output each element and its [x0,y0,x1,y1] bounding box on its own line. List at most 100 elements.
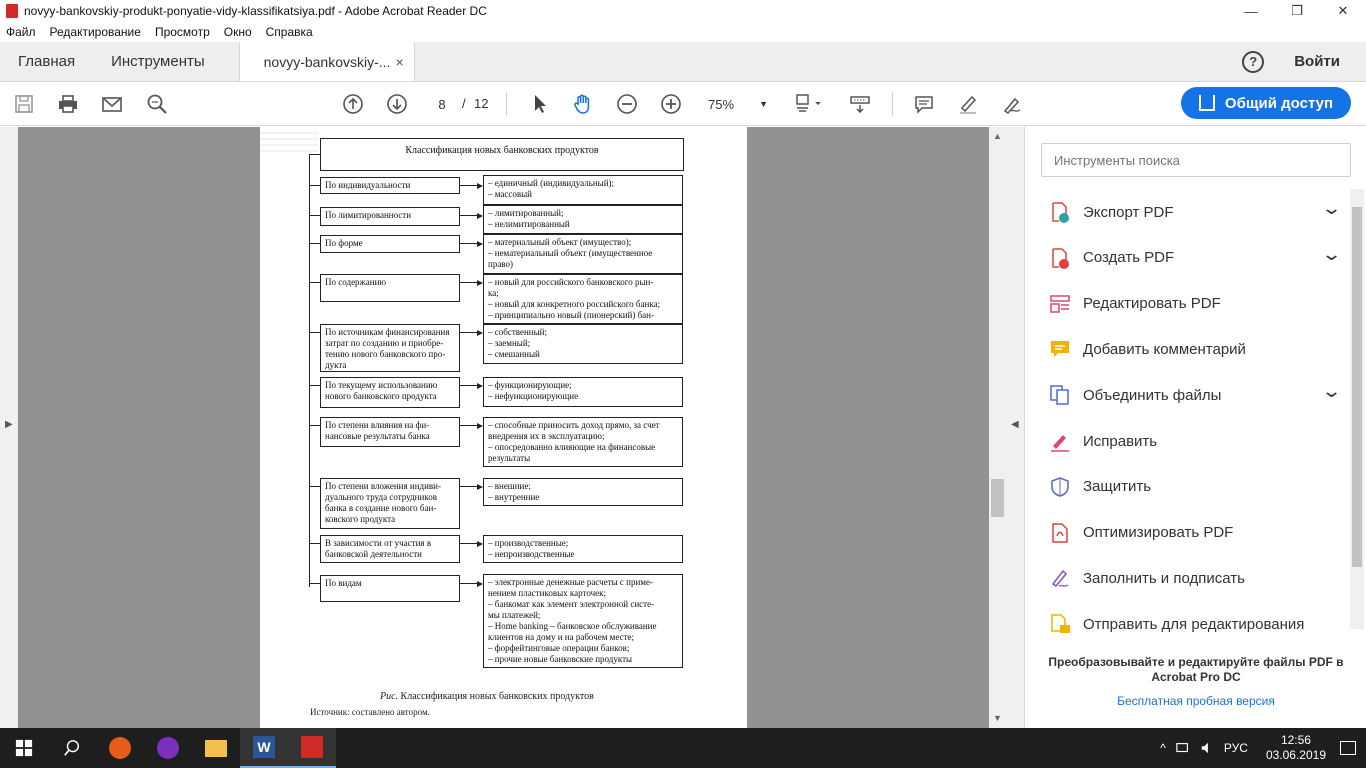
subtype-line: – массовый [488,189,532,199]
start-button[interactable] [0,728,48,768]
menu-window[interactable]: Окно [224,25,252,39]
tools-panel-scrollbar[interactable] [1350,189,1364,629]
sign-in-button[interactable]: Войти [1294,53,1340,70]
tool-item[interactable]: Исправить [1049,426,1339,456]
close-button[interactable]: ✕ [1320,0,1366,22]
taskbar-app-media[interactable] [144,728,192,768]
tab-close-icon[interactable]: × [395,54,403,70]
arrow-line [460,215,478,216]
chevron-up-icon[interactable]: ^ [1160,741,1166,755]
connector-branch [309,185,320,186]
zoom-select[interactable]: 75% ▼ [708,94,768,114]
arrow-head [477,329,483,336]
connector-branch [309,543,320,544]
zoom-in-icon[interactable] [659,92,683,116]
print-icon[interactable] [56,92,80,116]
document-viewport[interactable]: ▶ Классификация новых банковских продукт… [0,127,1024,728]
right-panel-toggle[interactable]: ◀ [1006,127,1024,728]
tab-home[interactable]: Главная [0,42,93,81]
arrow-line [460,243,478,244]
highlight-tool-icon[interactable] [956,92,980,116]
tool-item[interactable]: Оптимизировать PDF [1049,518,1339,548]
subtype-line: – банкомат как элемент электронной систе… [488,599,655,609]
select-tool-icon[interactable] [528,92,552,116]
tools-scrollbar-thumb[interactable] [1352,207,1362,567]
tab-document[interactable]: novyy-bankovskiy-... × [238,42,415,81]
chevron-down-icon: ▼ [759,99,768,109]
subtype-line: – внешние; [488,481,531,491]
email-icon[interactable] [100,92,124,116]
connector-branch [309,425,320,426]
scrollbar-thumb[interactable] [991,479,1004,517]
comment-tool-icon[interactable] [912,92,936,116]
category-box: По степени влияния на фи-нансовые резуль… [320,417,460,447]
menu-file[interactable]: Файл [6,25,36,39]
scroll-up-icon[interactable]: ▲ [993,131,1002,141]
menu-view[interactable]: Просмотр [155,25,210,39]
tool-item[interactable]: Редактировать PDF [1049,289,1339,319]
chevron-down-icon[interactable]: ⌄ [1321,382,1342,400]
taskbar-app-word[interactable]: W [240,728,288,768]
scroll-down-icon[interactable]: ▼ [993,713,1002,723]
tool-item[interactable]: Экспорт PDF ⌄ [1049,197,1342,227]
tool-item[interactable]: Заполнить и подписать [1049,563,1339,593]
tool-item[interactable]: Защитить [1049,472,1339,502]
page-total: 12 [474,96,489,111]
subtype-line: – новый для конкретного российского банк… [488,299,661,309]
subtype-line: – опосредованно влияющие на финансовые [488,442,656,452]
tool-item[interactable]: Создать PDF ⌄ [1049,243,1342,273]
category-line: По содержанию [325,277,387,287]
document-scrollbar[interactable]: ▲ ▼ [989,127,1006,728]
keyboard-scroll-icon[interactable] [848,92,872,116]
fill-sign-icon [1049,567,1071,589]
left-panel-toggle[interactable]: ▶ [0,127,18,728]
tab-tools[interactable]: Инструменты [93,42,223,81]
subtype-line: – прочие новые банковские продукты [488,654,633,664]
notifications-icon[interactable] [1340,741,1356,755]
menu-help[interactable]: Справка [266,25,313,39]
tool-label: Создать PDF [1083,249,1175,267]
subtype-line: результаты [488,453,531,463]
arrow-line [460,185,478,186]
input-language[interactable]: РУС [1224,741,1248,755]
subtype-box: – электронные денежные расчеты с приме-н… [483,574,683,668]
help-icon[interactable]: ? [1242,50,1265,73]
minimize-button[interactable]: — [1228,0,1274,22]
page-number-input[interactable] [427,93,457,115]
taskbar-app-audio[interactable] [96,728,144,768]
clock[interactable]: 12:56 03.06.2019 [1266,733,1326,763]
volume-icon[interactable] [1200,741,1214,755]
category-box: По лимитированности [320,207,460,226]
tool-item[interactable]: Добавить комментарий [1049,334,1339,364]
network-icon[interactable] [1176,741,1190,755]
arrow-line [460,385,478,386]
tool-label: Объединить файлы [1083,386,1222,404]
search-button[interactable] [48,728,96,768]
tools-search-input[interactable] [1041,143,1351,177]
page-fit-icon[interactable] [792,92,826,116]
hand-tool-icon[interactable] [571,92,595,116]
menu-edit[interactable]: Редактирование [50,25,141,39]
zoom-out-icon[interactable] [615,92,639,116]
chevron-down-icon[interactable]: ⌄ [1321,199,1342,217]
taskbar-app-acrobat[interactable] [288,728,336,768]
sign-tool-icon[interactable] [1000,92,1024,116]
tool-label: Защитить [1083,478,1152,496]
next-page-icon[interactable] [385,92,409,116]
maximize-button[interactable]: ❐ [1274,0,1320,22]
find-text-icon[interactable] [145,92,169,116]
chevron-down-icon[interactable]: ⌄ [1321,245,1342,263]
tool-label: Редактировать PDF [1083,295,1221,313]
subtype-line: – производственные; [488,538,569,548]
taskbar-app-explorer[interactable] [192,728,240,768]
figure-source: Источник: составлено автором. [310,707,430,717]
tool-item[interactable]: Объединить файлы ⌄ [1049,380,1342,410]
previous-page-icon[interactable] [341,92,365,116]
free-trial-link[interactable]: Бесплатная пробная версия [1041,694,1351,708]
subtype-line: – нематериальный объект (имущественное [488,248,653,258]
share-button[interactable]: Общий доступ [1181,87,1351,119]
page-separator: / [462,96,466,111]
tool-item[interactable]: Отправить для редактирования [1049,609,1339,639]
arrow-head [477,279,483,286]
save-icon[interactable] [12,92,36,116]
